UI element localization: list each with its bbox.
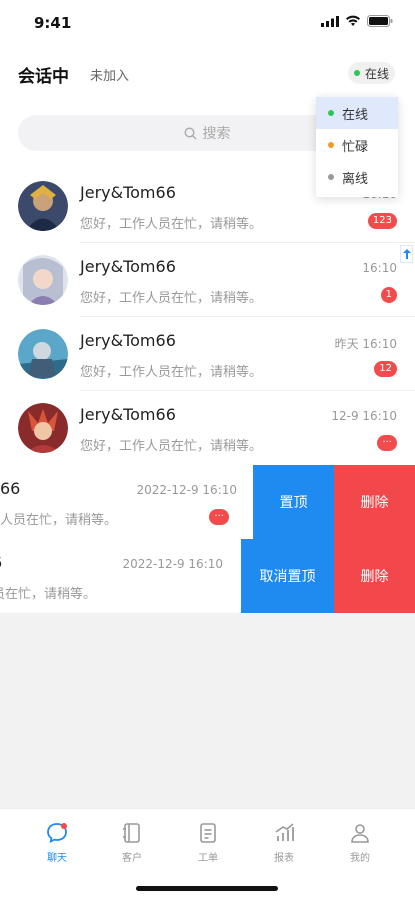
unread-badge: 123 — [367, 213, 397, 229]
message-preview: 人员在忙，请稍等。 — [0, 513, 118, 528]
contact-name: 66 — [0, 479, 21, 498]
conversation-row-swiped[interactable]: 66 人员在忙，请稍等。 2022-12-9 16:10 ··· 置顶 删除 — [0, 465, 415, 539]
status-option-label: 在线 — [342, 107, 369, 123]
delete-button[interactable]: 删除 — [334, 465, 415, 539]
conversation-row[interactable]: Jery&Tom66 您好，工作人员在忙，请稍等。 昨天 16:10 12 — [0, 317, 415, 391]
contact-name: Jery&Tom66 — [80, 183, 176, 202]
message-preview: 您好，工作人员在忙，请稍等。 — [80, 365, 263, 380]
battery-icon — [367, 15, 393, 27]
message-time: 昨天 16:10 — [334, 337, 397, 351]
tab-in-session[interactable]: 会话中 — [18, 62, 69, 87]
status-dot — [353, 70, 360, 76]
message-time: 12-9 16:10 — [331, 409, 397, 423]
contact-name: Jery&Tom66 — [80, 405, 176, 424]
header: 会话中 未加入 在线 — [0, 44, 415, 99]
chat-icon — [47, 823, 67, 844]
contacts-icon — [123, 823, 140, 843]
delete-button[interactable]: 删除 — [334, 539, 415, 613]
message-time: 16:10 — [362, 261, 397, 275]
tab-label: 客户 — [122, 853, 142, 864]
message-time: 2022-12-9 16:10 — [136, 483, 238, 497]
arrow-up-icon — [402, 249, 411, 259]
avatar — [18, 255, 68, 305]
online-dot — [328, 110, 334, 116]
unread-badge: 1 — [380, 287, 397, 303]
pin-button[interactable]: 置顶 — [253, 465, 334, 539]
tab-reports[interactable]: 报表 — [254, 821, 314, 864]
ticket-icon — [200, 823, 216, 843]
message-time: 2022-12-9 16:10 — [122, 557, 224, 571]
contact-name: Jery&Tom66 — [80, 257, 176, 276]
conversation-list: Jery&Tom66 您好，工作人员在忙，请稍等。 16:10 123 Jery… — [0, 169, 415, 613]
report-icon — [275, 823, 294, 841]
contact-name: 6 — [0, 553, 2, 572]
tab-tickets[interactable]: 工单 — [178, 821, 238, 864]
message-preview: 您好，工作人员在忙，请稍等。 — [80, 291, 263, 306]
scroll-to-top-button[interactable] — [400, 245, 413, 263]
unpin-button[interactable]: 取消置顶 — [241, 539, 334, 613]
status-option-busy[interactable]: 忙碌 — [316, 129, 398, 161]
conversation-row[interactable]: Jery&Tom66 您好，工作人员在忙，请稍等。 12-9 16:10 ··· — [0, 391, 415, 465]
tab-chat[interactable]: 聊天 — [27, 821, 87, 864]
status-time: 9:41 — [34, 14, 72, 32]
search-placeholder: 搜索 — [202, 126, 231, 142]
tab-label: 聊天 — [47, 853, 67, 864]
unread-badge: ··· — [209, 509, 229, 525]
unread-badge: 12 — [374, 361, 397, 377]
status-option-online[interactable]: 在线 — [316, 97, 398, 129]
unread-badge: ··· — [377, 435, 397, 451]
online-status-toggle[interactable]: 在线 — [347, 62, 395, 84]
tab-label: 我的 — [350, 853, 370, 864]
tab-label: 报表 — [274, 853, 294, 864]
message-preview: 您好，工作人员在忙，请稍等。 — [80, 439, 263, 454]
status-option-label: 忙碌 — [342, 139, 369, 155]
wifi-icon — [346, 15, 360, 26]
search-icon — [183, 126, 196, 139]
status-option-offline[interactable]: 离线 — [316, 161, 398, 193]
conversation-row-swiped[interactable]: 6 员在忙，请稍等。 2022-12-9 16:10 取消置顶 删除 — [0, 539, 415, 613]
tab-not-joined[interactable]: 未加入 — [90, 65, 129, 84]
message-preview: 您好，工作人员在忙，请稍等。 — [80, 217, 263, 232]
message-preview: 员在忙，请稍等。 — [0, 587, 97, 602]
offline-dot — [328, 174, 334, 180]
status-icons — [321, 15, 393, 27]
status-bar: 9:41 — [0, 0, 415, 44]
conversation-row[interactable]: Jery&Tom66 您好，工作人员在忙，请稍等。 16:10 1 — [0, 243, 415, 317]
home-indicator — [136, 886, 278, 891]
status-chip-label: 在线 — [364, 66, 389, 81]
status-dropdown: 在线 忙碌 离线 — [316, 97, 398, 197]
tab-label: 工单 — [198, 853, 218, 864]
profile-icon — [351, 824, 369, 843]
status-option-label: 离线 — [342, 171, 369, 187]
busy-dot — [328, 142, 334, 148]
avatar — [18, 181, 68, 231]
tab-customers[interactable]: 客户 — [102, 821, 162, 864]
avatar — [18, 403, 68, 453]
contact-name: Jery&Tom66 — [80, 331, 176, 350]
tab-profile[interactable]: 我的 — [330, 821, 390, 864]
avatar — [18, 329, 68, 379]
signal-icon — [321, 15, 339, 27]
